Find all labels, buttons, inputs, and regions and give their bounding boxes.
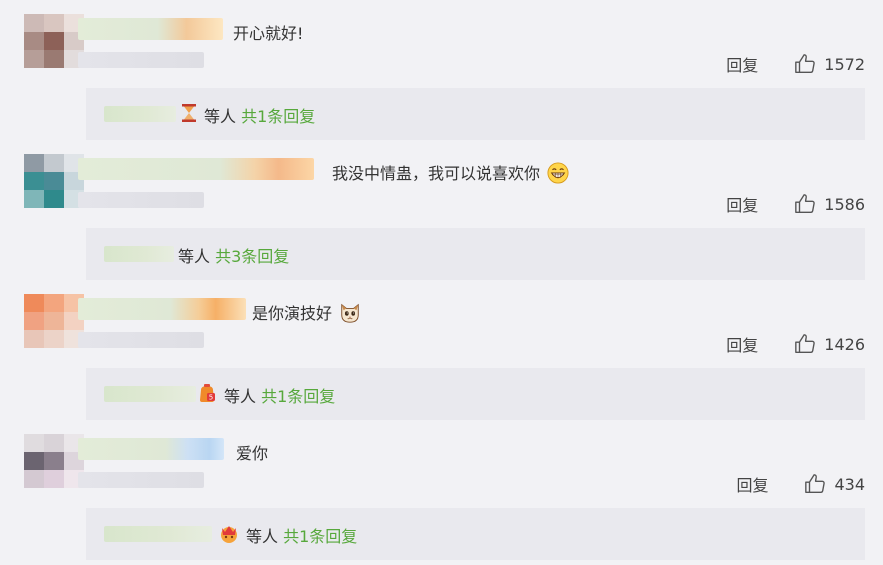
like-count: 1586 [824, 194, 865, 214]
reply-summary[interactable]: 5 等人 共1条回复 [86, 368, 865, 420]
replier-names [104, 386, 196, 402]
comment-actions: 回复 1426 [726, 332, 865, 356]
reply-summary-text: 等人 共1条回复 [204, 103, 315, 127]
reply-summary[interactable]: 等人 共1条回复 [86, 88, 865, 140]
comment-text: 爱你 [236, 444, 269, 463]
replies-who: 等人 [224, 387, 257, 406]
thumbs-up-icon[interactable] [794, 333, 816, 355]
svg-text:5: 5 [209, 394, 213, 402]
username[interactable] [78, 18, 223, 40]
thumbs-up-icon[interactable] [794, 53, 816, 75]
reply-button[interactable]: 回复 [736, 472, 768, 496]
replier-names [104, 526, 212, 542]
comment-actions: 回复 1572 [726, 52, 865, 76]
reply-button[interactable]: 回复 [726, 192, 758, 216]
avatar[interactable] [24, 14, 84, 68]
comment-meta [78, 192, 204, 208]
comment-item: 爱你 回复 434 等人 共1条回复 [0, 420, 883, 560]
avatar[interactable] [24, 434, 84, 488]
crown-badge-icon [221, 526, 237, 543]
comment-meta [78, 472, 204, 488]
reply-count-link[interactable]: 共1条回复 [241, 107, 315, 126]
lucky-bag-icon: 5 [200, 384, 215, 402]
comment-meta [78, 52, 204, 68]
reply-summary-text: 等人 共3条回复 [178, 243, 289, 267]
comment-text-content: 我没中情蛊，我可以说喜欢你 [332, 164, 541, 183]
thumbs-up-icon[interactable] [794, 193, 816, 215]
comment-actions: 回复 434 [736, 472, 865, 496]
comment-actions: 回复 1586 [726, 192, 865, 216]
username[interactable] [78, 438, 224, 460]
reply-count-link[interactable]: 共3条回复 [215, 247, 289, 266]
username[interactable] [78, 298, 246, 320]
reply-summary-text: 等人 共1条回复 [224, 383, 335, 407]
avatar[interactable] [24, 154, 84, 208]
like-count: 1572 [824, 54, 865, 74]
hourglass-icon [182, 104, 196, 122]
comment-text: 开心就好! [233, 24, 304, 43]
comment-text-content: 是你演技好 [252, 304, 333, 323]
comment-item: 我没中情蛊，我可以说喜欢你 回复 1586 等人 共3条回复 [0, 140, 883, 280]
comment-item: 是你演技好 回复 1426 5 等人 共1条回复 [0, 280, 883, 420]
grinning-face-icon [547, 162, 569, 184]
comment-item: 开心就好! 回复 1572 等人 共1条回复 [0, 0, 883, 140]
replier-names [104, 106, 176, 122]
reply-summary[interactable]: 等人 共1条回复 [86, 508, 865, 560]
thumbs-up-icon[interactable] [804, 473, 826, 495]
comment-text: 我没中情蛊，我可以说喜欢你 [332, 160, 569, 184]
username[interactable] [78, 158, 314, 180]
replies-who: 等人 [246, 527, 279, 546]
reply-count-link[interactable]: 共1条回复 [283, 527, 357, 546]
reply-button[interactable]: 回复 [726, 332, 758, 356]
avatar[interactable] [24, 294, 84, 348]
reply-summary-text: 等人 共1条回复 [246, 523, 357, 547]
replies-who: 等人 [204, 107, 237, 126]
reply-button[interactable]: 回复 [726, 52, 758, 76]
comment-meta [78, 332, 204, 348]
reply-count-link[interactable]: 共1条回复 [261, 387, 335, 406]
like-count: 1426 [824, 334, 865, 354]
like-count: 434 [834, 474, 865, 494]
replies-who: 等人 [178, 247, 211, 266]
cat-face-icon [341, 303, 359, 323]
replier-names [104, 246, 174, 262]
reply-summary[interactable]: 等人 共3条回复 [86, 228, 865, 280]
comment-text: 是你演技好 [252, 300, 361, 324]
